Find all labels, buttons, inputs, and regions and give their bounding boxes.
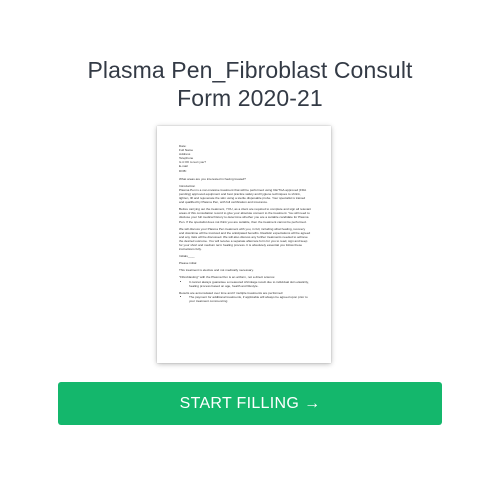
intro-paragraph: Plasma Pen is a non-invasive treatment t…: [179, 187, 307, 205]
form-title-line-2: Form 2020-21: [177, 85, 323, 111]
areas-question: What areas are you interested in having …: [179, 176, 246, 181]
document-preview: Date: Full Name Address Telephone Is it …: [157, 126, 331, 363]
results-list: The payment for additional treatments, i…: [179, 295, 311, 303]
start-filling-button[interactable]: START FILLING →: [58, 382, 442, 425]
initials-line: Initials____: [179, 254, 195, 259]
elective-note: This treatment is elective and not medic…: [179, 268, 254, 273]
start-filling-label: START FILLING: [179, 394, 300, 412]
discussion-paragraph: We will discuss your Plasma Pen treatmen…: [179, 226, 311, 252]
form-title-line-1: Plasma Pen_Fibroblast Consult: [87, 57, 413, 83]
document-content: Date: Full Name Address Telephone Is it …: [179, 144, 311, 306]
please-initial: Please initial: [179, 261, 197, 266]
form-title: Plasma Pen_Fibroblast Consult Form 2020-…: [0, 56, 500, 112]
fibroblasting-list: It cannot always guarantee a measured sh…: [179, 280, 311, 288]
results-bullet: The payment for additional treatments, i…: [189, 295, 311, 303]
consent-paragraph: Before carrying out the treatment, YOU, …: [179, 207, 312, 224]
contact-fields: Date: Full Name Address Telephone Is it …: [179, 144, 311, 173]
fibroblasting-bullet: It cannot always guarantee a measured sh…: [189, 280, 311, 288]
arrow-right-icon: →: [304, 394, 321, 412]
